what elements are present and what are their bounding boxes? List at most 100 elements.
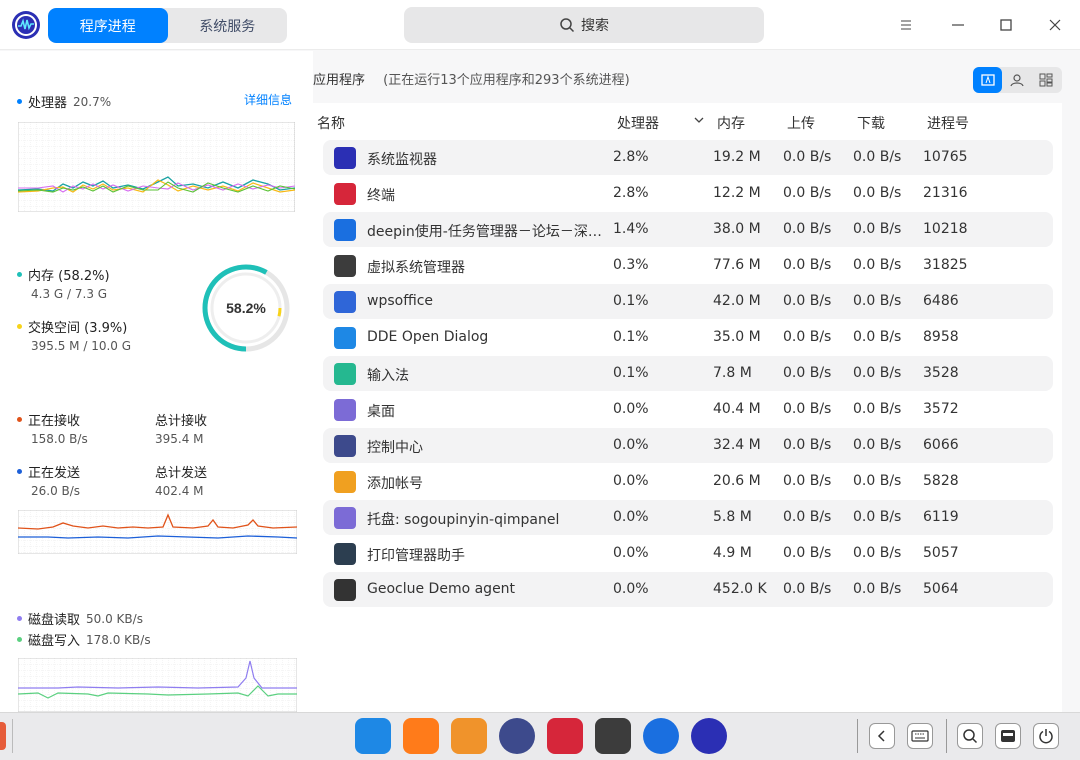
memory-legend-dot: [17, 272, 22, 277]
column-header-download[interactable]: 下载: [857, 113, 885, 133]
app-store-icon[interactable]: [403, 718, 439, 754]
cell-pid: 6486: [923, 293, 959, 309]
launcher-edge-icon[interactable]: [0, 722, 6, 750]
printer-icon: [334, 543, 356, 565]
terminal-icon[interactable]: [547, 718, 583, 754]
memory-value: 4.3 G / 7.3 G: [31, 287, 108, 301]
cell-down: 0.0 B/s: [853, 365, 902, 381]
table-row[interactable]: DDE Open Dialog 0.1% 35.0 M 0.0 B/s 0.0 B/s 8…: [323, 320, 1053, 355]
keyboard-button[interactable]: [907, 723, 933, 749]
notification-button[interactable]: [995, 723, 1021, 749]
terminal-icon: [334, 183, 356, 205]
image-viewer-icon[interactable]: [451, 718, 487, 754]
view-mode-switch: [973, 67, 1062, 93]
cell-cpu: 0.0%: [613, 545, 649, 561]
cell-name: 输入法: [367, 368, 409, 384]
table-row[interactable]: 添加帐号 0.0% 20.6 M 0.0 B/s 0.0 B/s 5828: [323, 464, 1053, 499]
column-header-pid[interactable]: 进程号: [927, 113, 969, 133]
table-row[interactable]: 终端 2.8% 12.2 M 0.0 B/s 0.0 B/s 21316: [323, 176, 1053, 211]
collapse-tray-button[interactable]: [869, 723, 895, 749]
dock-divider-right: [857, 719, 858, 753]
chevron-left-icon: [877, 730, 885, 742]
disk-read-title: 磁盘读取 50.0 KB/s: [17, 609, 143, 628]
cell-up: 0.0 B/s: [783, 509, 832, 525]
cell-down: 0.0 B/s: [853, 401, 902, 417]
cell-cpu: 2.8%: [613, 149, 649, 165]
cell-pid: 5057: [923, 545, 959, 561]
table-row[interactable]: 托盘: sogoupinyin-qimpanel 0.0% 5.8 M 0.0 B/s…: [323, 500, 1053, 535]
power-button[interactable]: [1033, 723, 1059, 749]
table-row[interactable]: 控制中心 0.0% 32.4 M 0.0 B/s 0.0 B/s 6066: [323, 428, 1053, 463]
cell-name: 托盘: sogoupinyin-qimpanel: [367, 512, 560, 528]
view-all-button[interactable]: [1031, 67, 1060, 93]
hamburger-icon: [901, 20, 911, 30]
tab-services[interactable]: 系统服务: [168, 8, 288, 43]
close-button[interactable]: [1040, 10, 1070, 40]
cell-mem: 5.8 M: [713, 509, 752, 525]
cell-mem: 38.0 M: [713, 221, 761, 237]
cell-up: 0.0 B/s: [783, 257, 832, 273]
tray-settings-icon: [334, 507, 356, 529]
disk-read-dot: [17, 616, 22, 621]
maximize-button[interactable]: [991, 10, 1021, 40]
table-row[interactable]: wpsoffice 0.1% 42.0 M 0.0 B/s 0.0 B/s 6486: [323, 284, 1053, 319]
system-monitor-window: 程序进程 系统服务 搜索 处理器 20.7% 详细信息 内存 (58.2%) 4…: [0, 0, 1080, 712]
cpu-detail-link[interactable]: 详细信息: [244, 91, 292, 108]
dock-divider: [12, 719, 13, 753]
column-header-memory[interactable]: 内存: [717, 113, 745, 133]
virt-manager-icon: [334, 255, 356, 277]
net-total-send-label: 总计发送: [155, 466, 208, 481]
cell-down: 0.0 B/s: [853, 185, 902, 201]
process-panel: 应用程序 (正在运行13个应用程序和293个系统进程) 名称 处理器 内存 上传…: [313, 51, 1080, 712]
tab-processes[interactable]: 程序进程: [48, 8, 168, 43]
view-apps-button[interactable]: [973, 67, 1002, 93]
cell-down: 0.0 B/s: [853, 473, 902, 489]
cell-pid: 5828: [923, 473, 959, 489]
disk-read-value: 50.0 KB/s: [86, 611, 143, 626]
table-row[interactable]: 虚拟系统管理器 0.3% 77.6 M 0.0 B/s 0.0 B/s 31825: [323, 248, 1053, 283]
control-center-icon[interactable]: [499, 718, 535, 754]
virt-manager-icon[interactable]: [595, 718, 631, 754]
cell-pid: 10218: [923, 221, 968, 237]
cell-name: deepin使用-任务管理器－论坛－深…: [367, 224, 602, 240]
cell-pid: 6119: [923, 509, 959, 525]
cell-down: 0.0 B/s: [853, 509, 902, 525]
add-account-icon: [334, 471, 356, 493]
net-total-send-value: 402.4 M: [155, 484, 204, 498]
table-row[interactable]: 桌面 0.0% 40.4 M 0.0 B/s 0.0 B/s 3572: [323, 392, 1053, 427]
column-header-cpu[interactable]: 处理器: [617, 113, 659, 133]
view-user-button[interactable]: [1002, 67, 1031, 93]
browser-icon[interactable]: [643, 718, 679, 754]
cell-up: 0.0 B/s: [783, 401, 832, 417]
keyboard-icon: [911, 730, 929, 742]
minimize-button[interactable]: [943, 10, 973, 40]
cell-name: wpsoffice: [367, 293, 434, 309]
table-row[interactable]: 打印管理器助手 0.0% 4.9 M 0.0 B/s 0.0 B/s 5057: [323, 536, 1053, 571]
cell-up: 0.0 B/s: [783, 185, 832, 201]
monitor-app-logo-icon: [12, 11, 40, 39]
search-input[interactable]: 搜索: [404, 7, 764, 43]
apps-title: 应用程序: [313, 73, 366, 88]
table-row[interactable]: 系统监视器 2.8% 19.2 M 0.0 B/s 0.0 B/s 10765: [323, 140, 1053, 175]
column-header-name[interactable]: 名称: [317, 113, 345, 133]
cpu-label: 处理器: [28, 96, 68, 111]
resource-panel: 处理器 20.7% 详细信息 内存 (58.2%) 4.3 G / 7.3 G …: [0, 51, 313, 712]
memory-percent-text: 58.2%: [226, 300, 266, 316]
column-header-upload[interactable]: 上传: [787, 113, 815, 133]
menu-button[interactable]: [891, 10, 921, 40]
sort-descending-icon[interactable]: [694, 117, 704, 123]
view-tabs: 程序进程 系统服务: [48, 8, 287, 43]
desktop-settings-icon: [334, 399, 356, 421]
table-row[interactable]: Geoclue Demo agent 0.0% 452.0 K 0.0 B/s 0.0 …: [323, 572, 1053, 607]
cell-name: 虚拟系统管理器: [367, 260, 465, 276]
minimize-icon: [952, 24, 964, 26]
table-row[interactable]: 输入法 0.1% 7.8 M 0.0 B/s 0.0 B/s 3528: [323, 356, 1053, 391]
monitor-icon[interactable]: [691, 718, 727, 754]
file-manager-icon[interactable]: [355, 718, 391, 754]
maximize-icon: [1000, 19, 1012, 31]
cell-mem: 77.6 M: [713, 257, 761, 273]
cell-mem: 7.8 M: [713, 365, 752, 381]
table-row[interactable]: deepin使用-任务管理器－论坛－深… 1.4% 38.0 M 0.0 B/s 0.0…: [323, 212, 1053, 247]
global-search-button[interactable]: [957, 723, 983, 749]
cell-mem: 19.2 M: [713, 149, 761, 165]
